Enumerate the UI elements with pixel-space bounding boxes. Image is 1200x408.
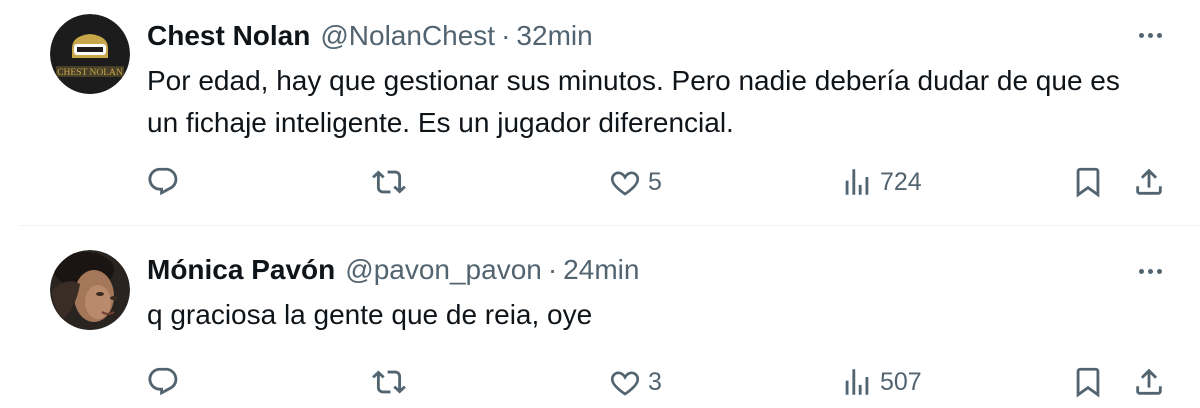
views-icon (845, 369, 869, 395)
chest-nolan-logo: CHEST NOLAN (50, 14, 130, 94)
profile-photo (50, 250, 130, 330)
author-handle[interactable]: @pavon_pavon (345, 254, 542, 286)
share-button[interactable] (1132, 362, 1166, 402)
view-count: 507 (880, 367, 922, 396)
bookmark-button[interactable] (1071, 362, 1105, 402)
avatar-logo-text: CHEST NOLAN (57, 68, 123, 78)
retweet-button[interactable] (372, 362, 406, 402)
retweet-icon (372, 170, 406, 194)
heart-icon (610, 171, 640, 196)
share-button[interactable] (1132, 162, 1166, 202)
tweet-header: Chest Nolan @NolanChest · 32min (147, 18, 593, 54)
timestamp[interactable]: 32min (516, 20, 592, 52)
tweet[interactable]: Mónica Pavón @pavon_pavon · 24min q grac… (18, 226, 1200, 408)
share-icon (1136, 368, 1162, 395)
avatar[interactable]: CHEST NOLAN (50, 14, 130, 94)
tweet-text: q graciosa la gente que de reia, oye (147, 299, 593, 330)
views-button[interactable]: 724 (840, 162, 922, 202)
separator: · (501, 20, 511, 51)
timestamp[interactable]: 24min (563, 254, 639, 286)
retweet-icon (372, 370, 406, 394)
like-count: 5 (648, 167, 662, 196)
like-button[interactable]: 5 (608, 162, 662, 202)
reply-icon (148, 167, 178, 196)
like-count: 3 (648, 367, 662, 396)
author-handle[interactable]: @NolanChest (320, 20, 495, 52)
author-name[interactable]: Mónica Pavón (147, 254, 335, 286)
retweet-button[interactable] (372, 162, 406, 202)
tweet-header: Mónica Pavón @pavon_pavon · 24min (147, 252, 639, 288)
tweet-text: Por edad, hay que gestionar sus minutos.… (147, 65, 1120, 138)
reply-button[interactable] (146, 162, 180, 202)
more-icon[interactable] (1132, 256, 1168, 286)
bookmark-icon (1076, 167, 1100, 198)
reply-icon (148, 367, 178, 396)
bookmark-icon (1076, 367, 1100, 398)
separator: · (547, 254, 558, 285)
tweet-feed: CHEST NOLAN Chest Nolan @NolanChest · 32… (0, 0, 1200, 408)
tweet[interactable]: CHEST NOLAN Chest Nolan @NolanChest · 32… (18, 0, 1200, 226)
views-button[interactable]: 507 (840, 362, 922, 402)
share-icon (1136, 168, 1162, 195)
view-count: 724 (880, 167, 922, 196)
avatar[interactable] (50, 250, 130, 330)
views-icon (845, 169, 869, 195)
heart-icon (610, 371, 640, 396)
author-name[interactable]: Chest Nolan (147, 20, 310, 52)
like-button[interactable]: 3 (608, 362, 662, 402)
reply-button[interactable] (146, 362, 180, 402)
more-icon[interactable] (1132, 20, 1168, 50)
bookmark-button[interactable] (1071, 162, 1105, 202)
